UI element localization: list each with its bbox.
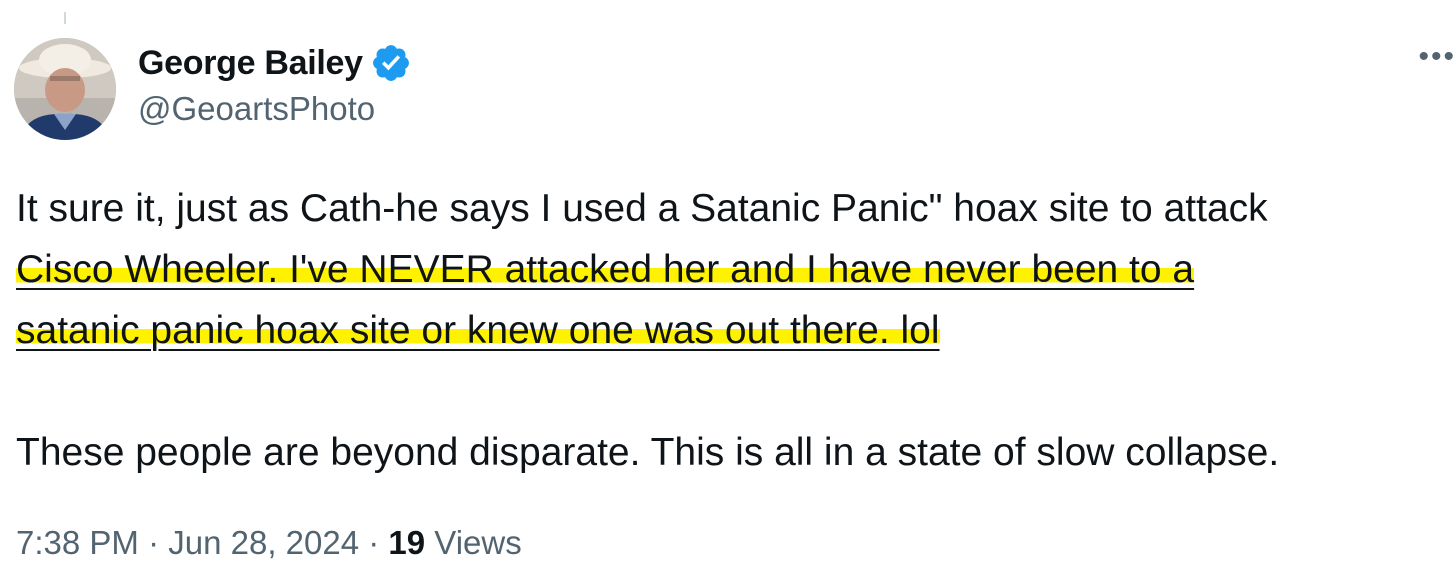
tweet-line-4: These people are beyond disparate. This … <box>16 431 1280 474</box>
views-label: Views <box>425 524 522 561</box>
verified-badge-icon[interactable] <box>370 42 412 84</box>
tweet-line-3-highlighted: satanic panic hoax site or knew one was … <box>16 309 940 352</box>
tweet-date[interactable]: Jun 28, 2024 <box>168 524 359 561</box>
author-name[interactable]: George Bailey <box>138 44 363 83</box>
tweet-text: It sure it, just as Cath-he says I used … <box>16 178 1279 483</box>
tweet-metadata: 7:38 PM · Jun 28, 2024 · 19 Views <box>16 524 522 562</box>
more-options-icon[interactable]: ••• <box>1418 42 1456 72</box>
meta-separator: · <box>138 524 169 561</box>
meta-separator: · <box>359 524 389 561</box>
author-handle[interactable]: @GeoartsPhoto <box>138 90 412 128</box>
tweet-line-1: It sure it, just as Cath-he says I used … <box>16 187 1268 230</box>
tweet-time[interactable]: 7:38 PM <box>16 524 139 561</box>
tweet-line-2-highlighted: Cisco Wheeler. I've NEVER attacked her a… <box>16 248 1195 291</box>
tweet-header: George Bailey @GeoartsPhoto <box>138 40 412 128</box>
thread-connector-line <box>64 12 66 24</box>
avatar[interactable] <box>14 38 116 140</box>
views-count: 19 <box>388 524 426 561</box>
